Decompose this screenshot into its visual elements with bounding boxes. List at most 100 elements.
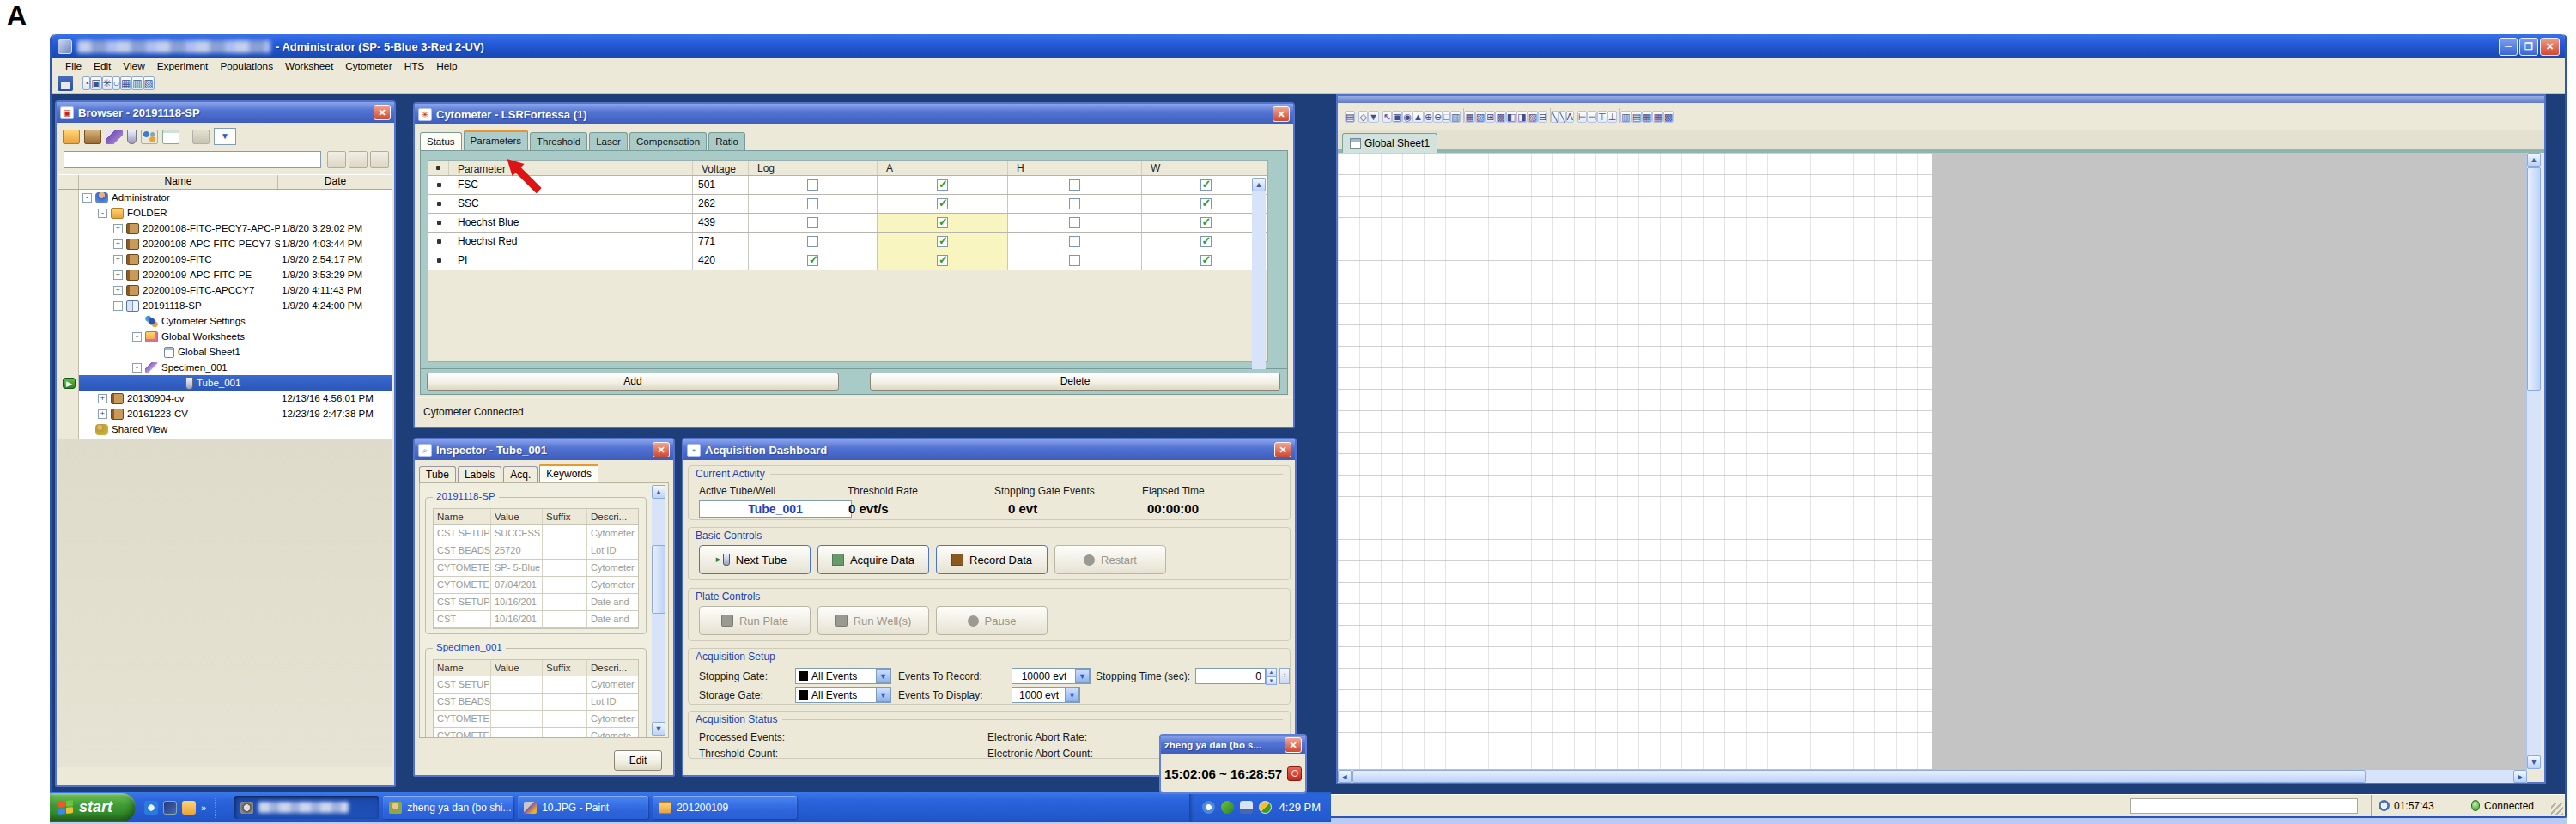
quadrant-icon[interactable]: ◧ bbox=[1506, 111, 1516, 123]
new-worksheet-icon[interactable] bbox=[162, 130, 179, 144]
resize-grip[interactable] bbox=[2551, 803, 2563, 815]
tree-row[interactable]: + 20200109-FITC 1/9/20 2:54:17 PM bbox=[79, 251, 392, 267]
parameter-name[interactable]: Hoechst Blue bbox=[449, 214, 693, 232]
tree-row[interactable]: - Global Worksheets bbox=[79, 329, 392, 344]
app-quick-icon[interactable] bbox=[163, 801, 177, 815]
tree-row[interactable]: Cytometer Settings bbox=[79, 313, 392, 329]
inspector-title-bar[interactable]: ⌕ Inspector - Tube_001 ✕ bbox=[415, 439, 673, 460]
a-checkbox[interactable] bbox=[937, 255, 948, 266]
tray-green-icon[interactable] bbox=[1221, 801, 1234, 814]
tree-expander[interactable]: + bbox=[98, 394, 107, 403]
status-column-header[interactable] bbox=[58, 175, 79, 189]
contour-icon[interactable]: ◉ bbox=[1402, 111, 1413, 123]
inspector-close-icon[interactable]: ✕ bbox=[653, 442, 670, 457]
image-icon[interactable]: ▣ bbox=[1392, 111, 1402, 123]
tray-network-icon[interactable] bbox=[1240, 801, 1253, 814]
voltage-value[interactable]: 439 bbox=[693, 214, 749, 232]
a-checkbox[interactable] bbox=[937, 198, 948, 209]
fit-icon[interactable]: ▥ bbox=[1620, 111, 1631, 123]
minimize-button[interactable]: ─ bbox=[2499, 38, 2518, 56]
monitor-icon[interactable]: ▣ bbox=[90, 76, 101, 90]
acquire-data-button[interactable]: Acquire Data bbox=[817, 545, 929, 574]
inspector-tab[interactable]: Labels bbox=[458, 466, 501, 482]
align-bottom-icon[interactable]: ⊥ bbox=[1607, 111, 1618, 123]
log-checkbox[interactable] bbox=[807, 217, 818, 228]
voltage-value[interactable]: 262 bbox=[693, 195, 749, 213]
folder-quick-icon[interactable] bbox=[182, 801, 196, 815]
export-icon[interactable]: ▼ bbox=[1368, 111, 1379, 123]
tree-expander[interactable]: - bbox=[82, 193, 92, 203]
tree-expander[interactable]: - bbox=[132, 332, 142, 342]
menu-item[interactable]: Populations bbox=[214, 60, 279, 72]
new-specimen-icon[interactable] bbox=[106, 130, 123, 144]
align-top-icon[interactable]: ⊤ bbox=[1597, 111, 1607, 123]
tree-row[interactable]: Shared View bbox=[79, 421, 392, 437]
active-tube-value[interactable]: Tube_001 bbox=[699, 500, 852, 518]
cytometer-close-icon[interactable]: ✕ bbox=[1273, 106, 1290, 122]
cytometer-tab[interactable]: Status bbox=[420, 132, 462, 150]
menu-item[interactable]: Edit bbox=[88, 60, 117, 72]
inspector-icon[interactable]: ○ bbox=[112, 76, 120, 90]
new-tube-icon[interactable] bbox=[127, 130, 137, 144]
tree-row[interactable]: + 20200108-FITC-PECY7-APC-PE 1/8/20 3:29… bbox=[79, 221, 392, 236]
parameter-name[interactable]: PI bbox=[449, 251, 693, 270]
stopping-time-spinner[interactable]: ▲▼ bbox=[1266, 668, 1277, 684]
interval-icon[interactable]: ◨ bbox=[1516, 111, 1527, 123]
menu-item[interactable]: View bbox=[117, 60, 150, 72]
tree-expander[interactable]: + bbox=[113, 255, 123, 264]
worksheet-horizontal-scrollbar[interactable]: ◄ ► bbox=[1338, 769, 2527, 783]
stopping-time-stepper[interactable]: ↕ bbox=[1279, 668, 1290, 684]
pause-button[interactable]: Pause bbox=[936, 606, 1048, 635]
log-checkbox[interactable] bbox=[807, 236, 818, 247]
new-folder-icon[interactable] bbox=[63, 130, 80, 144]
next-tube-button[interactable]: Next Tube bbox=[699, 545, 811, 574]
log-checkbox[interactable] bbox=[807, 198, 818, 209]
w-checkbox[interactable] bbox=[1200, 236, 1212, 247]
restart-button[interactable]: Restart bbox=[1054, 545, 1166, 574]
browser-icon[interactable]: ▥ bbox=[131, 76, 143, 90]
contour-plot-icon[interactable]: ▧ bbox=[1475, 111, 1485, 123]
new-experiment-icon[interactable] bbox=[84, 130, 101, 144]
popup-close-icon[interactable]: ✕ bbox=[1285, 737, 1302, 753]
worksheet-grid[interactable] bbox=[1338, 153, 1932, 769]
events-to-record-select[interactable]: 10000 evt▼ bbox=[1012, 668, 1091, 684]
tree-row[interactable]: + 20200109-FITC-APCCY7 1/9/20 4:11:43 PM bbox=[79, 282, 392, 298]
inspector-tab[interactable]: Keywords bbox=[539, 464, 598, 482]
log-checkbox[interactable] bbox=[807, 179, 818, 191]
snap-gate-icon[interactable]: ⊟ bbox=[1538, 111, 1547, 123]
a-checkbox[interactable] bbox=[937, 236, 948, 247]
menu-item[interactable]: Worksheet bbox=[279, 60, 339, 72]
main-title-bar[interactable]: - Administrator (SP- 5-Blue 3-Red 2-UV) … bbox=[52, 34, 2565, 58]
w-checkbox[interactable] bbox=[1200, 179, 1212, 191]
menu-item[interactable]: Experiment bbox=[151, 60, 215, 72]
taskbar-task-paint[interactable]: 10.JPG - Paint bbox=[518, 796, 648, 819]
stopping-gate-select[interactable]: All Events▼ bbox=[795, 668, 891, 684]
parameter-name[interactable]: FSC bbox=[449, 176, 693, 194]
date-column-header[interactable]: Date bbox=[278, 175, 392, 189]
grid-icon[interactable]: ▦ bbox=[1652, 111, 1662, 123]
inspector-scrollbar[interactable]: ▲ ▼ bbox=[652, 485, 665, 736]
align-right-icon[interactable]: ⊣ bbox=[1587, 111, 1597, 123]
tree-expander[interactable]: + bbox=[113, 286, 123, 295]
tray-shield-icon[interactable] bbox=[1259, 801, 1272, 814]
run-plate-button[interactable]: Run Plate bbox=[699, 606, 811, 635]
polygon-gate-icon[interactable]: ▨ bbox=[1528, 111, 1538, 123]
histogram-icon[interactable]: ▲ bbox=[1413, 111, 1424, 123]
voltage-value[interactable]: 420 bbox=[693, 251, 749, 270]
tree-row[interactable]: Global Sheet1 bbox=[79, 344, 392, 360]
tree-row[interactable]: Tube_001 bbox=[79, 375, 392, 391]
tree-expander[interactable]: - bbox=[98, 209, 107, 218]
save-icon[interactable] bbox=[58, 76, 73, 91]
a-checkbox[interactable] bbox=[937, 217, 948, 228]
browser-title-bar[interactable]: ▣ Browser - 20191118-SP ✕ bbox=[57, 102, 394, 123]
worksheet-tab[interactable]: Global Sheet1 bbox=[1342, 133, 1437, 153]
name-column-header[interactable]: Name bbox=[79, 175, 278, 189]
tree-row[interactable]: + 20130904-cv 12/13/16 4:56:01 PM bbox=[79, 391, 392, 406]
cytometer-tab[interactable]: Ratio bbox=[708, 132, 745, 150]
h-checkbox[interactable] bbox=[1069, 217, 1080, 228]
stopping-time-input[interactable]: 0 bbox=[1195, 668, 1266, 684]
edit-button[interactable]: Edit bbox=[614, 750, 662, 771]
density-plot-icon[interactable]: ▩ bbox=[1495, 111, 1505, 123]
voltage-value[interactable]: 501 bbox=[693, 176, 749, 194]
pointer-icon[interactable]: ↖ bbox=[1382, 111, 1392, 123]
